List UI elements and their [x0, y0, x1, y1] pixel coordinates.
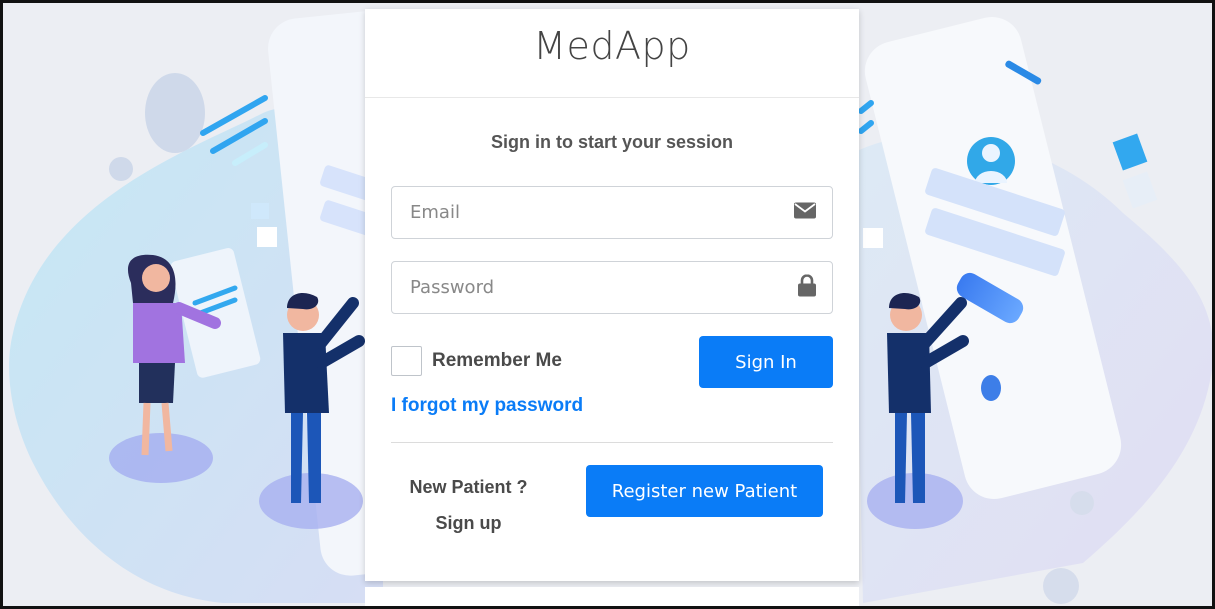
login-subtitle: Sign in to start your session: [490, 132, 734, 152]
register-patient-button[interactable]: Register new Patient: [586, 465, 823, 517]
signin-row: Remember Me Sign In I forgot my password: [391, 336, 833, 442]
new-patient-text: New Patient ? Sign up: [401, 469, 536, 541]
card-header: MedApp: [365, 9, 859, 98]
sign-in-button[interactable]: Sign In: [699, 336, 833, 388]
forgot-password-link[interactable]: I forgot my password: [391, 395, 583, 417]
lock-icon: [798, 273, 816, 301]
password-field-wrapper: [391, 261, 833, 314]
email-field[interactable]: [392, 187, 832, 238]
card-bottom-strip: [365, 587, 859, 606]
new-patient-line2: Sign up: [435, 513, 502, 533]
email-field-wrapper: [391, 186, 833, 239]
login-card: MedApp Sign in to start your session Ema…: [365, 9, 859, 581]
remember-me[interactable]: Remember Me: [391, 346, 562, 376]
new-patient-line1: New Patient ?: [409, 477, 528, 497]
register-row: New Patient ? Sign up Register new Patie…: [391, 443, 833, 543]
remember-label: Remember Me: [432, 350, 562, 371]
page-frame: MedApp Sign in to start your session Ema…: [0, 0, 1215, 609]
app-brand: MedApp: [533, 24, 691, 68]
envelope-icon: [794, 202, 816, 223]
login-form: Sign in to start your session Email Reme…: [365, 132, 859, 543]
password-field[interactable]: [392, 262, 832, 313]
remember-checkbox[interactable]: [391, 346, 422, 376]
